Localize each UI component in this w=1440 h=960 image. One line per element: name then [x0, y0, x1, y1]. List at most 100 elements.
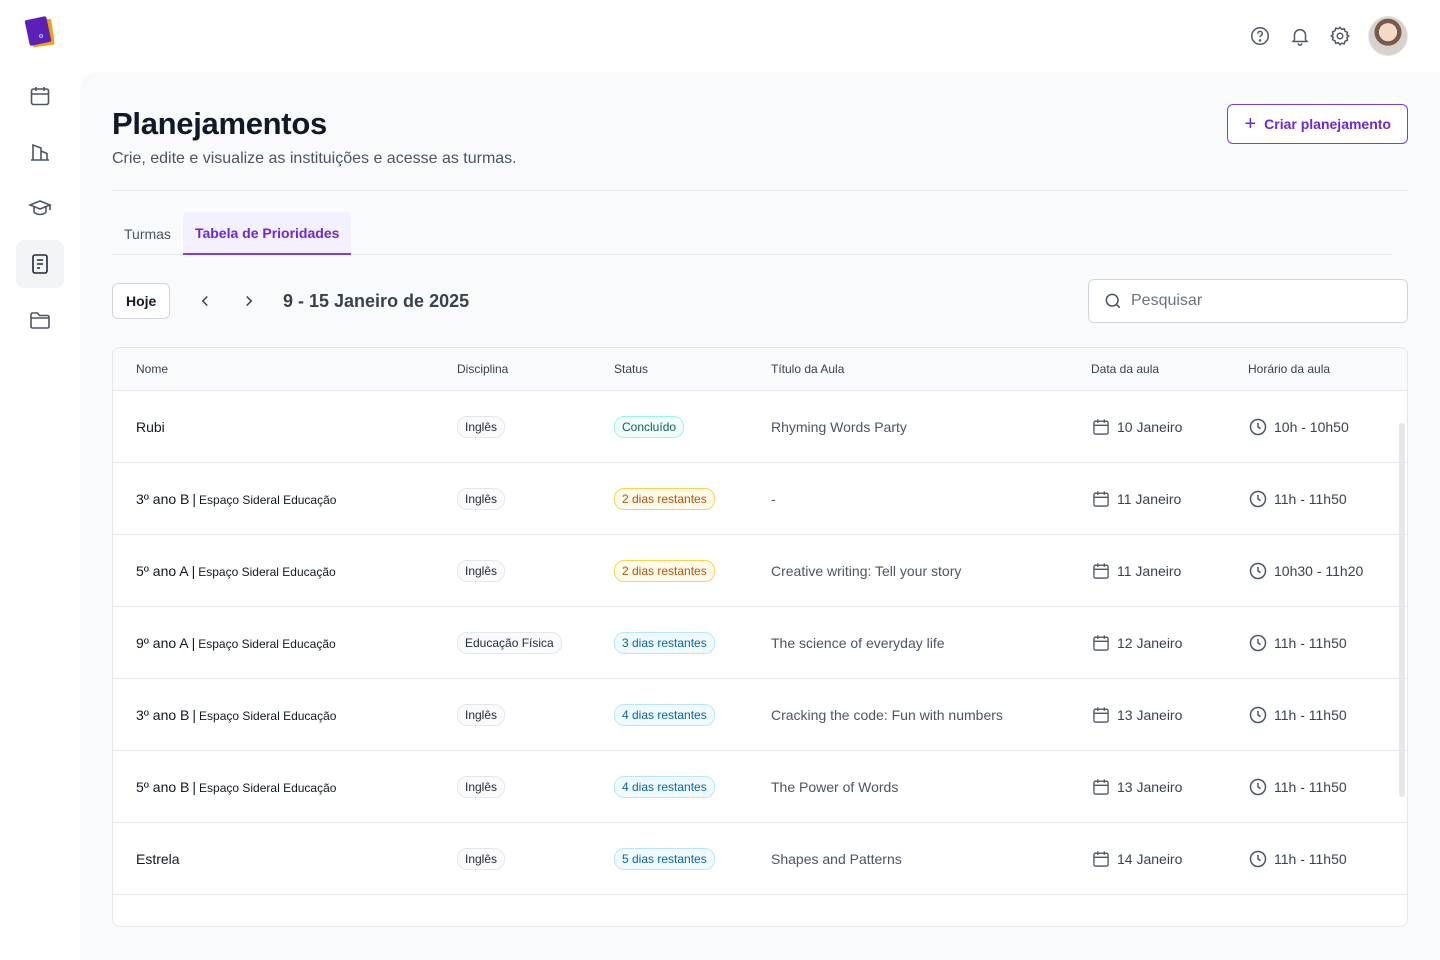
row-date-cell: 13 Janeiro [1091, 705, 1248, 725]
row-time-cell: 10h - 10h50 [1248, 417, 1407, 437]
row-institution: Espaço Sideral Educação [198, 636, 336, 651]
row-subject-cell: Educação Física [457, 631, 614, 654]
bell-icon[interactable] [1288, 24, 1312, 48]
row-time-cell: 11h - 11h50 [1248, 849, 1407, 869]
row-title: The science of everyday life [771, 634, 945, 651]
user-avatar[interactable] [1368, 16, 1408, 56]
row-time: 11h - 11h50 [1274, 634, 1347, 651]
column-header-status[interactable]: Status [614, 362, 771, 376]
column-header-time[interactable]: Horário da aula [1248, 362, 1407, 376]
table-row[interactable]: 5º ano B | Espaço Sideral Educação Inglês 4 … [113, 751, 1407, 823]
row-name: Rubi [136, 418, 165, 435]
name-separator: | [192, 778, 197, 795]
subject-badge: Inglês [457, 775, 506, 798]
table-row[interactable]: 3º ano B | Espaço Sideral Educação Inglês 2 … [113, 463, 1407, 535]
book-logo[interactable] [24, 16, 56, 48]
clock-icon [1249, 634, 1267, 651]
row-name-cell: 5º ano A | Espaço Sideral Educação [113, 563, 457, 579]
row-date: 13 Janeiro [1117, 778, 1183, 795]
graduation-cap-icon [28, 200, 52, 216]
row-name-cell: 5º ano B | Espaço Sideral Educação [113, 779, 457, 795]
row-status-cell: Concluído [614, 415, 771, 438]
search-input[interactable] [1131, 292, 1381, 310]
help-icon[interactable] [1248, 24, 1272, 48]
row-title: Cracking the code: Fun with numbers [771, 706, 1003, 723]
clock-icon [1249, 490, 1267, 507]
sidebar-item-classes[interactable] [16, 184, 64, 232]
row-name-cell: 9º ano A | Espaço Sideral Educação [113, 635, 457, 651]
row-subject-cell: Inglês [457, 415, 614, 438]
row-status-cell: 2 dias restantes [614, 487, 771, 510]
tab-turmas[interactable]: Turmas [112, 212, 183, 255]
row-time: 10h30 - 11h20 [1274, 562, 1364, 579]
sidebar [16, 72, 64, 352]
row-date: 12 Janeiro [1117, 634, 1183, 651]
folder-icon [30, 312, 50, 329]
row-time: 10h - 10h50 [1274, 418, 1349, 435]
row-date-cell: 11 Janeiro [1091, 489, 1248, 509]
row-name: 5º ano A [136, 562, 189, 579]
calendar-icon [1093, 635, 1109, 651]
row-time: 11h - 11h50 [1274, 490, 1347, 507]
calendar-icon [30, 87, 50, 106]
status-badge: 4 dias restantes [614, 703, 715, 726]
row-subject-cell: Inglês [457, 487, 614, 510]
name-separator: | [191, 562, 196, 579]
row-time: 11h - 11h50 [1274, 778, 1347, 795]
row-subject-cell: Inglês [457, 775, 614, 798]
row-name-cell: 3º ano B | Espaço Sideral Educação [113, 707, 457, 723]
clock-icon [1249, 562, 1267, 579]
calendar-icon [1093, 779, 1109, 795]
row-date: 10 Janeiro [1117, 418, 1183, 435]
calendar-icon [1093, 851, 1109, 867]
calendar-icon [1093, 419, 1109, 435]
row-date: 11 Janeiro [1117, 562, 1182, 579]
status-badge: 4 dias restantes [614, 775, 715, 798]
subject-badge: Inglês [457, 415, 506, 438]
row-title: Creative writing: Tell your story [771, 562, 962, 579]
row-title: - [771, 490, 776, 507]
subject-badge: Inglês [457, 847, 506, 870]
column-header-date[interactable]: Data da aula [1091, 362, 1248, 376]
subject-badge: Educação Física [457, 631, 562, 654]
row-date-cell: 10 Janeiro [1091, 417, 1248, 437]
name-separator: | [192, 706, 197, 723]
table-row[interactable]: 9º ano A | Espaço Sideral Educação Educação… [113, 607, 1407, 679]
gear-icon[interactable] [1328, 24, 1352, 48]
chevron-left-icon[interactable] [193, 289, 217, 313]
table-row[interactable]: Estrela Inglês 5 dias restantes Shapes and … [113, 823, 1407, 895]
sidebar-item-files[interactable] [16, 296, 64, 344]
clock-icon [1249, 850, 1267, 867]
row-time: 11h - 11h50 [1274, 706, 1347, 723]
row-status-cell: 4 dias restantes [614, 703, 771, 726]
create-plan-button[interactable]: + Criar planejamento [1227, 104, 1408, 144]
column-header-subject[interactable]: Disciplina [457, 362, 614, 376]
table-body: Rubi Inglês Concluído Rhyming Words Party 10… [113, 391, 1407, 895]
row-name: 3º ano B [136, 490, 190, 507]
row-status-cell: 5 dias restantes [614, 847, 771, 870]
main-panel: Planejamentos Crie, edite e visualize as… [80, 72, 1440, 960]
row-status-cell: 3 dias restantes [614, 631, 771, 654]
table-row[interactable]: 3º ano B | Espaço Sideral Educação Inglês 4 … [113, 679, 1407, 751]
sidebar-item-plans[interactable] [16, 240, 64, 288]
row-status-cell: 4 dias restantes [614, 775, 771, 798]
sidebar-item-institutions[interactable] [16, 128, 64, 176]
table-row[interactable]: 5º ano A | Espaço Sideral Educação Inglês 2 … [113, 535, 1407, 607]
row-time-cell: 11h - 11h50 [1248, 777, 1407, 797]
tab-priority-table[interactable]: Tabela de Prioridades [182, 212, 352, 255]
status-badge: 2 dias restantes [614, 559, 715, 582]
sidebar-item-calendar[interactable] [16, 72, 64, 120]
column-header-title[interactable]: Título da Aula [771, 362, 1091, 376]
table-row[interactable]: Rubi Inglês Concluído Rhyming Words Party 10… [113, 391, 1407, 463]
row-name-cell: Rubi [113, 419, 457, 435]
chevron-right-icon[interactable] [237, 289, 261, 313]
subject-badge: Inglês [457, 559, 506, 582]
table-scrollbar[interactable] [1399, 423, 1405, 797]
tab-bar: Turmas Tabela de Prioridades [112, 212, 1392, 255]
status-badge: 2 dias restantes [614, 487, 715, 510]
column-header-name[interactable]: Nome [113, 362, 457, 376]
row-subject-cell: Inglês [457, 847, 614, 870]
today-button[interactable]: Hoje [112, 283, 171, 319]
topbar-actions [1248, 16, 1408, 56]
row-time: 11h - 11h50 [1274, 850, 1347, 867]
